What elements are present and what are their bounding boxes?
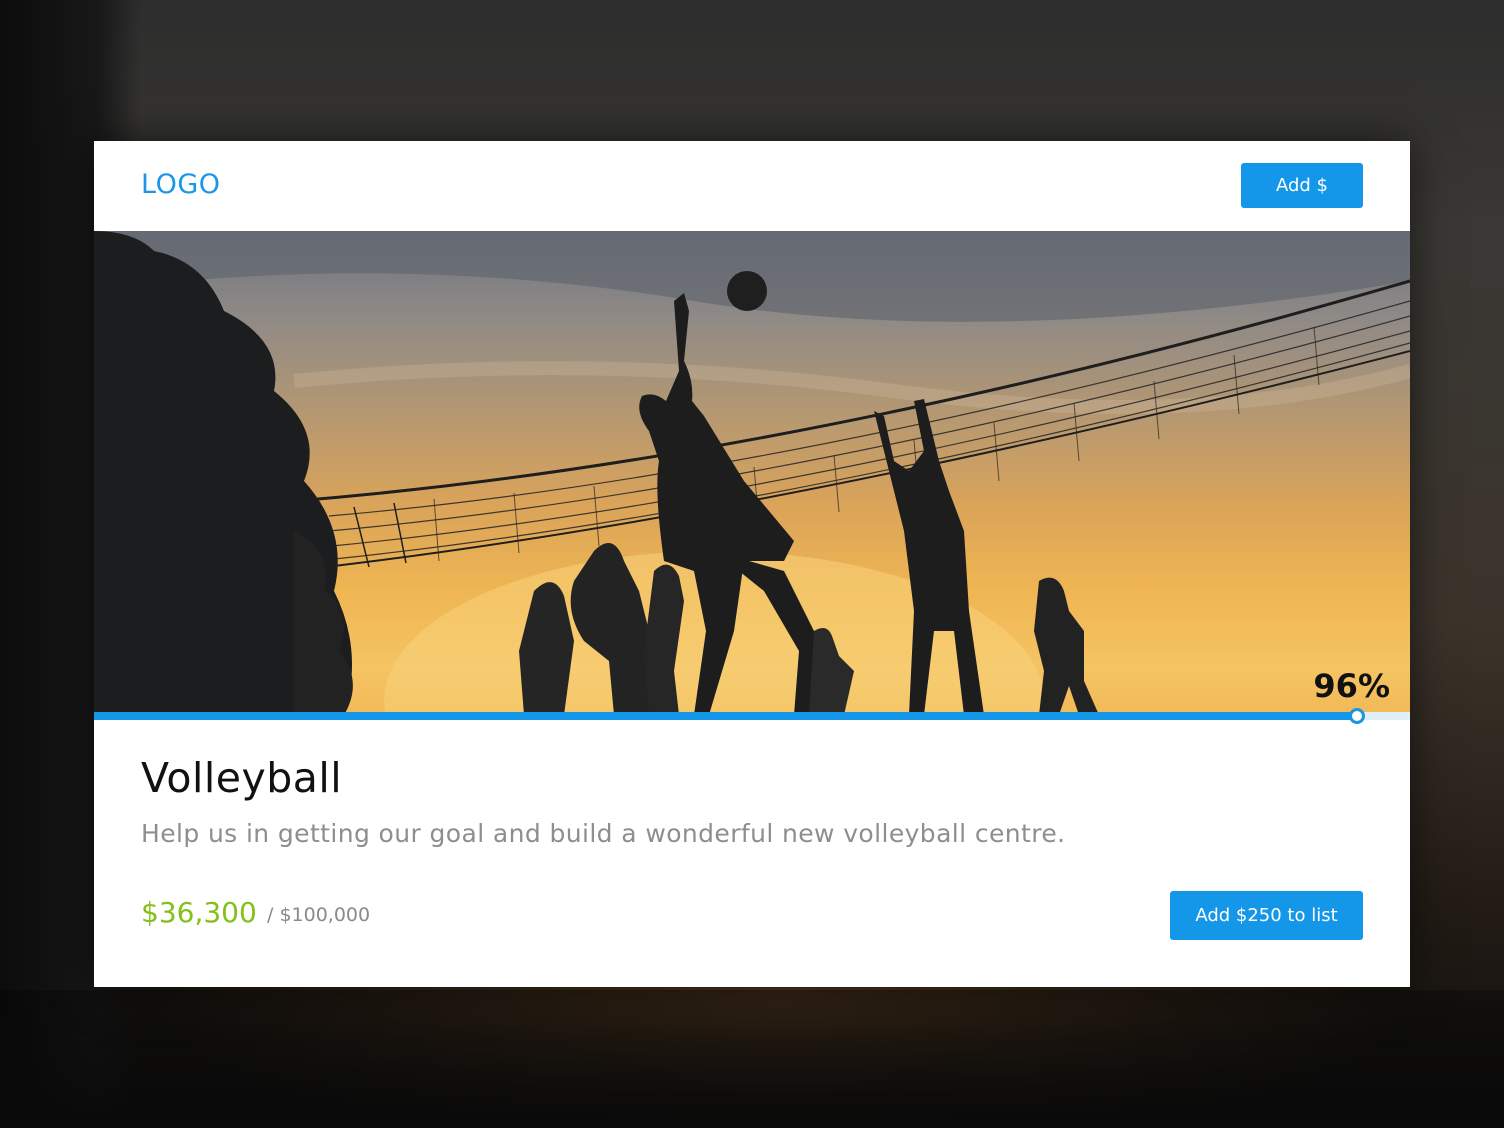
progress-percent: 96% [1313,667,1390,705]
campaign-title: Volleyball [141,754,343,802]
progress-handle-icon[interactable] [1349,708,1365,724]
hero-image [94,231,1410,715]
amount-raised: $36,300 [141,896,257,929]
volleyball-silhouette-image [94,231,1410,715]
campaign-card: LOGO Add $ 96% Volleyball Help us in get… [94,141,1410,987]
progress-fill [94,712,1357,720]
background-ground [0,990,1504,1128]
campaign-description: Help us in getting our goal and build a … [141,819,1066,848]
card-header: LOGO Add $ [94,141,1410,231]
add-money-button[interactable]: Add $ [1241,163,1363,208]
add-250-button[interactable]: Add $250 to list [1170,891,1363,940]
progress-bar [94,708,1410,724]
logo[interactable]: LOGO [141,169,221,200]
amount-goal: / $100,000 [267,904,371,926]
